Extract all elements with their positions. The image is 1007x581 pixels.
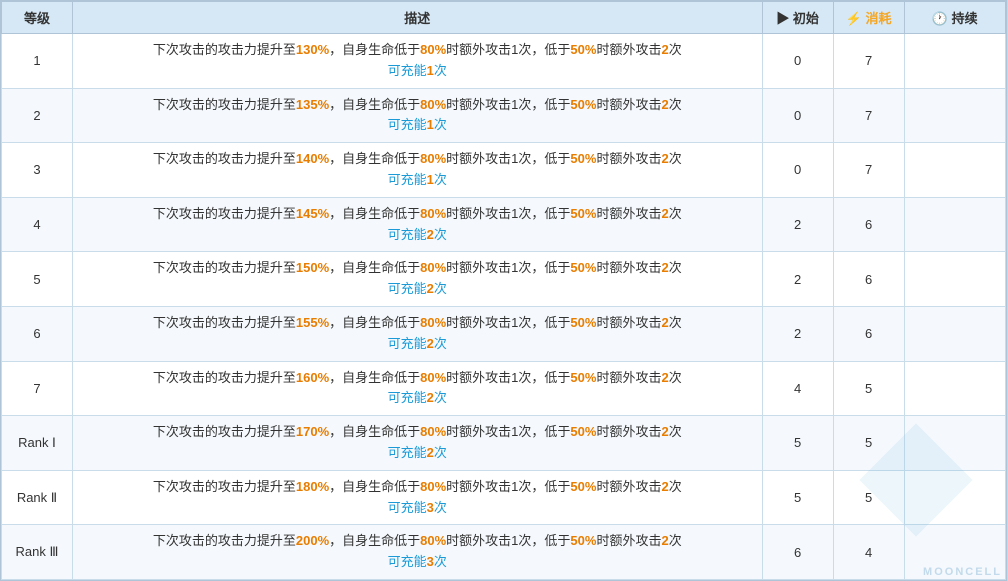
desc-line1: 下次攻击的攻击力提升至200%，自身生命低于80%时额外攻击1次，低于50%时额…	[81, 531, 754, 552]
table-row: 3 下次攻击的攻击力提升至140%，自身生命低于80%时额外攻击1次，低于50%时…	[2, 143, 1006, 198]
header-desc: 描述	[72, 2, 762, 34]
cell-desc: 下次攻击的攻击力提升至155%，自身生命低于80%时额外攻击1次，低于50%时额…	[72, 306, 762, 361]
cell-consume: 6	[833, 306, 904, 361]
cell-desc: 下次攻击的攻击力提升至145%，自身生命低于80%时额外攻击1次，低于50%时额…	[72, 197, 762, 252]
table-row: 6 下次攻击的攻击力提升至155%，自身生命低于80%时额外攻击1次，低于50%时…	[2, 306, 1006, 361]
desc-line1: 下次攻击的攻击力提升至170%，自身生命低于80%时额外攻击1次，低于50%时额…	[81, 422, 754, 443]
table-row: 4 下次攻击的攻击力提升至145%，自身生命低于80%时额外攻击1次，低于50%时…	[2, 197, 1006, 252]
desc-line2: 可充能2次	[81, 334, 754, 355]
cell-consume: 4	[833, 525, 904, 580]
desc-line1: 下次攻击的攻击力提升至135%，自身生命低于80%时额外攻击1次，低于50%时额…	[81, 95, 754, 116]
cell-start: 0	[762, 88, 833, 143]
clock-icon: 🕐	[932, 11, 952, 26]
cell-consume: 5	[833, 416, 904, 471]
cell-duration	[904, 470, 1005, 525]
triangle-icon: ▶	[776, 11, 793, 26]
cell-grade: 1	[2, 34, 73, 89]
header-grade: 等级	[2, 2, 73, 34]
desc-line1: 下次攻击的攻击力提升至145%，自身生命低于80%时额外攻击1次，低于50%时额…	[81, 204, 754, 225]
desc-line2: 可充能2次	[81, 279, 754, 300]
cell-start: 6	[762, 525, 833, 580]
cell-grade: Rank Ⅲ	[2, 525, 73, 580]
cell-grade: 7	[2, 361, 73, 416]
cell-start: 5	[762, 470, 833, 525]
table-row: 1 下次攻击的攻击力提升至130%，自身生命低于80%时额外攻击1次，低于50%时…	[2, 34, 1006, 89]
table-row: 5 下次攻击的攻击力提升至150%，自身生命低于80%时额外攻击1次，低于50%时…	[2, 252, 1006, 307]
header-duration: 🕐 持续	[904, 2, 1005, 34]
cell-duration	[904, 416, 1005, 471]
cell-desc: 下次攻击的攻击力提升至180%，自身生命低于80%时额外攻击1次，低于50%时额…	[72, 470, 762, 525]
cell-consume: 5	[833, 470, 904, 525]
cell-start: 2	[762, 306, 833, 361]
cell-desc: 下次攻击的攻击力提升至150%，自身生命低于80%时额外攻击1次，低于50%时额…	[72, 252, 762, 307]
desc-line1: 下次攻击的攻击力提升至160%，自身生命低于80%时额外攻击1次，低于50%时额…	[81, 368, 754, 389]
cell-duration	[904, 525, 1005, 580]
header-consume: ⚡ 消耗	[833, 2, 904, 34]
cell-duration	[904, 34, 1005, 89]
cell-start: 0	[762, 34, 833, 89]
desc-line2: 可充能2次	[81, 388, 754, 409]
cell-consume: 6	[833, 252, 904, 307]
skill-table: 等级 描述 ▶ 初始 ⚡ 消耗 🕐 持续 1 下次攻击的攻击力提升至130%，自身…	[1, 1, 1006, 580]
cell-duration	[904, 361, 1005, 416]
cell-start: 2	[762, 197, 833, 252]
table-row: 7 下次攻击的攻击力提升至160%，自身生命低于80%时额外攻击1次，低于50%时…	[2, 361, 1006, 416]
desc-line1: 下次攻击的攻击力提升至180%，自身生命低于80%时额外攻击1次，低于50%时额…	[81, 477, 754, 498]
cell-duration	[904, 252, 1005, 307]
cell-grade: Rank Ⅰ	[2, 416, 73, 471]
cell-desc: 下次攻击的攻击力提升至200%，自身生命低于80%时额外攻击1次，低于50%时额…	[72, 525, 762, 580]
cell-desc: 下次攻击的攻击力提升至135%，自身生命低于80%时额外攻击1次，低于50%时额…	[72, 88, 762, 143]
table-row: Rank Ⅰ 下次攻击的攻击力提升至170%，自身生命低于80%时额外攻击1次，低…	[2, 416, 1006, 471]
header-start: ▶ 初始	[762, 2, 833, 34]
cell-start: 4	[762, 361, 833, 416]
cell-grade: 3	[2, 143, 73, 198]
desc-line2: 可充能1次	[81, 61, 754, 82]
cell-grade: Rank Ⅱ	[2, 470, 73, 525]
desc-line1: 下次攻击的攻击力提升至140%，自身生命低于80%时额外攻击1次，低于50%时额…	[81, 149, 754, 170]
desc-line2: 可充能3次	[81, 498, 754, 519]
desc-line2: 可充能2次	[81, 443, 754, 464]
desc-line1: 下次攻击的攻击力提升至150%，自身生命低于80%时额外攻击1次，低于50%时额…	[81, 258, 754, 279]
desc-line2: 可充能2次	[81, 225, 754, 246]
cell-consume: 5	[833, 361, 904, 416]
table-row: 2 下次攻击的攻击力提升至135%，自身生命低于80%时额外攻击1次，低于50%时…	[2, 88, 1006, 143]
cell-start: 2	[762, 252, 833, 307]
cell-grade: 2	[2, 88, 73, 143]
desc-line1: 下次攻击的攻击力提升至130%，自身生命低于80%时额外攻击1次，低于50%时额…	[81, 40, 754, 61]
desc-line2: 可充能1次	[81, 115, 754, 136]
cell-consume: 6	[833, 197, 904, 252]
table-row: Rank Ⅱ 下次攻击的攻击力提升至180%，自身生命低于80%时额外攻击1次，低…	[2, 470, 1006, 525]
skill-table-wrapper: 等级 描述 ▶ 初始 ⚡ 消耗 🕐 持续 1 下次攻击的攻击力提升至130%，自身…	[0, 0, 1007, 581]
desc-line1: 下次攻击的攻击力提升至155%，自身生命低于80%时额外攻击1次，低于50%时额…	[81, 313, 754, 334]
cell-desc: 下次攻击的攻击力提升至160%，自身生命低于80%时额外攻击1次，低于50%时额…	[72, 361, 762, 416]
desc-line2: 可充能3次	[81, 552, 754, 573]
cell-desc: 下次攻击的攻击力提升至140%，自身生命低于80%时额外攻击1次，低于50%时额…	[72, 143, 762, 198]
cell-duration	[904, 197, 1005, 252]
cell-consume: 7	[833, 143, 904, 198]
cell-consume: 7	[833, 88, 904, 143]
cell-grade: 4	[2, 197, 73, 252]
cell-duration	[904, 143, 1005, 198]
cell-duration	[904, 306, 1005, 361]
cell-desc: 下次攻击的攻击力提升至130%，自身生命低于80%时额外攻击1次，低于50%时额…	[72, 34, 762, 89]
cell-consume: 7	[833, 34, 904, 89]
desc-line2: 可充能1次	[81, 170, 754, 191]
lightning-icon: ⚡	[846, 11, 866, 26]
cell-grade: 5	[2, 252, 73, 307]
cell-duration	[904, 88, 1005, 143]
cell-start: 0	[762, 143, 833, 198]
table-row: Rank Ⅲ 下次攻击的攻击力提升至200%，自身生命低于80%时额外攻击1次，低…	[2, 525, 1006, 580]
cell-start: 5	[762, 416, 833, 471]
cell-grade: 6	[2, 306, 73, 361]
cell-desc: 下次攻击的攻击力提升至170%，自身生命低于80%时额外攻击1次，低于50%时额…	[72, 416, 762, 471]
